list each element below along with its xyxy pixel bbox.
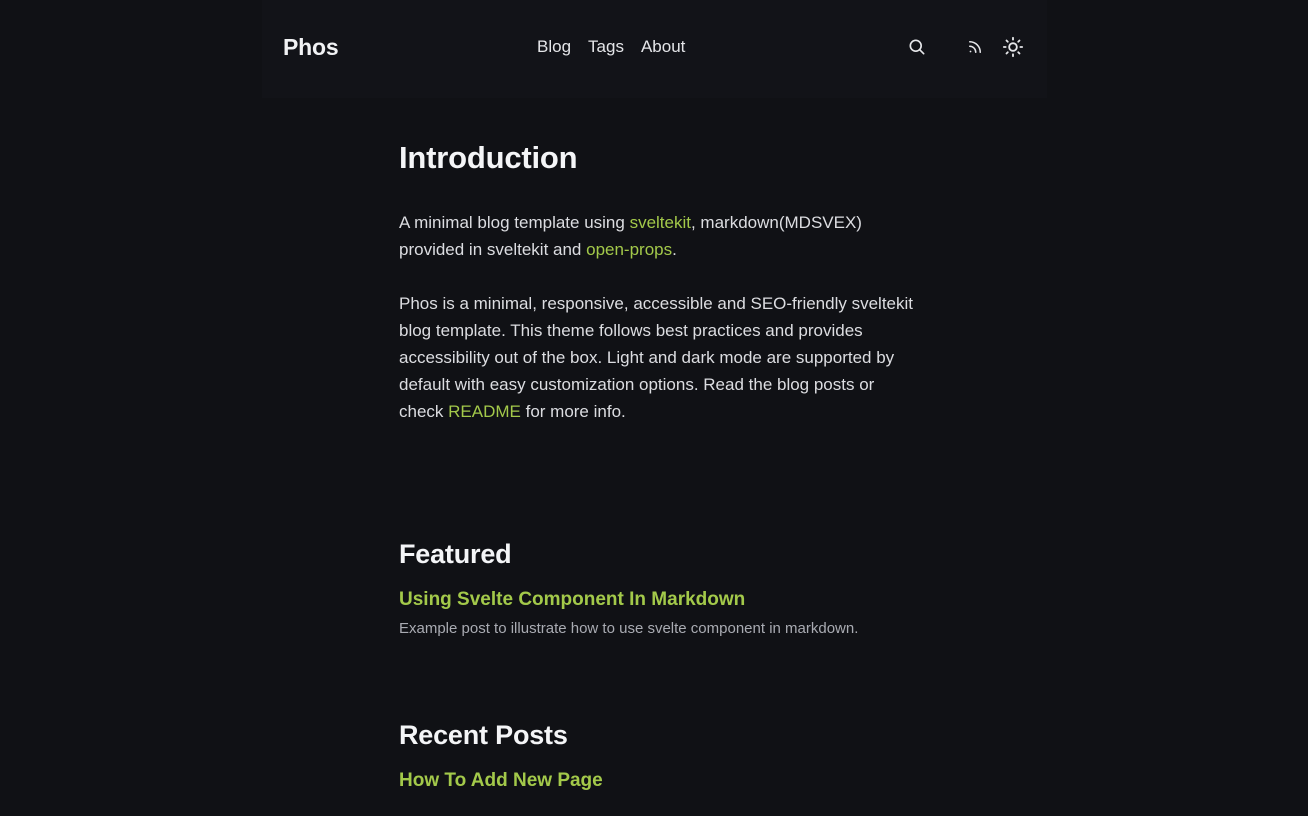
recent-posts-heading: Recent Posts [399, 720, 568, 750]
intro-paragraph-2: Phos is a minimal, responsive, accessibl… [399, 290, 919, 425]
search-icon [909, 39, 925, 55]
nav-link-blog[interactable]: Blog [537, 37, 571, 57]
nav-link-tags[interactable]: Tags [588, 37, 624, 57]
featured-post-description: Example post to illustrate how to use sv… [399, 620, 859, 637]
brand-logo-link[interactable]: Phos [283, 34, 339, 61]
intro-p2-text-b: for more info. [520, 402, 626, 421]
rss-button[interactable] [964, 36, 986, 58]
recent-post-title-link[interactable]: How To Add New Page [399, 769, 919, 793]
intro-p1-text-a: A minimal blog template using [399, 213, 630, 232]
rss-icon [969, 41, 981, 53]
page: Phos Blog Tags About Introduction A mini… [0, 0, 1308, 816]
intro-heading: Introduction [399, 140, 578, 175]
site-header: Phos Blog Tags About [262, 0, 1047, 98]
intro-paragraph-1: A minimal blog template using sveltekit,… [399, 209, 919, 263]
open-props-link[interactable]: open-props [586, 240, 672, 259]
intro-p1-text-c: . [672, 240, 677, 259]
main-nav: Blog Tags About [537, 37, 685, 57]
featured-heading: Featured [399, 539, 512, 569]
theme-toggle-button[interactable] [1002, 36, 1024, 58]
nav-link-about[interactable]: About [641, 37, 685, 57]
readme-link[interactable]: README [448, 402, 521, 421]
search-button[interactable] [906, 36, 928, 58]
sveltekit-link[interactable]: sveltekit [630, 213, 691, 232]
sun-icon [1002, 36, 1024, 58]
main-content: Introduction A minimal blog template usi… [399, 140, 919, 793]
featured-post-title-link[interactable]: Using Svelte Component In Markdown [399, 588, 919, 612]
